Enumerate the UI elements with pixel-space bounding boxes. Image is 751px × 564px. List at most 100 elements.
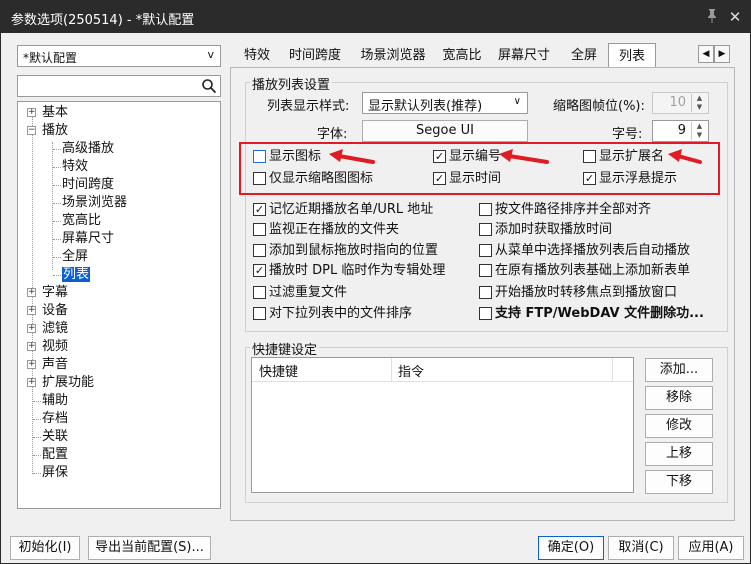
close-icon[interactable]: ✕: [726, 8, 744, 26]
annotation-arrow-icon: [499, 149, 549, 164]
expand-icon[interactable]: +: [27, 324, 36, 333]
tree-item-associations[interactable]: 关联: [42, 428, 68, 446]
tab-time-span[interactable]: 时间跨度: [284, 45, 346, 69]
checkbox-box[interactable]: [253, 223, 266, 236]
checkbox-label: 添加时获取播放时间: [495, 222, 613, 237]
checkbox-box[interactable]: [253, 286, 266, 299]
tree-item-fullscreen[interactable]: 全屏: [62, 248, 88, 266]
tree-item-screen-size[interactable]: 屏幕尺寸: [62, 230, 114, 248]
pin-icon[interactable]: [705, 8, 721, 26]
collapse-icon[interactable]: −: [27, 126, 36, 135]
search-icon[interactable]: [201, 78, 217, 94]
checkbox-label: 记忆近期播放名单/URL 地址: [269, 202, 434, 217]
remove-hotkey-button[interactable]: 移除: [645, 386, 713, 410]
tab-playlist[interactable]: 列表: [608, 43, 656, 70]
tree-guide-line: [33, 401, 41, 402]
tab-effects[interactable]: 特效: [239, 45, 275, 69]
tree-item-archive[interactable]: 存档: [42, 410, 68, 428]
checkbox-box[interactable]: [479, 223, 492, 236]
cancel-button[interactable]: 取消(C): [608, 536, 674, 560]
tree-item-label: 播放: [42, 123, 69, 138]
tab-fullscreen[interactable]: 全屏: [563, 45, 605, 69]
checkbox-label: 开始播放时转移焦点到播放窗口: [495, 285, 678, 300]
export-config-button[interactable]: 导出当前配置(S)...: [88, 536, 211, 560]
column-hotkey[interactable]: 快捷键: [259, 361, 298, 380]
expand-icon[interactable]: +: [27, 288, 36, 297]
tree-item-label: 特效: [62, 159, 89, 174]
tree-item-time-span[interactable]: 时间跨度: [62, 176, 114, 194]
stepper-arrows-icon[interactable]: ▲ ▼: [691, 122, 707, 140]
expand-icon[interactable]: +: [27, 360, 36, 369]
checkbox-label: 仅显示缩略图图标: [269, 171, 374, 186]
tree-guide-line: [33, 419, 41, 420]
column-command[interactable]: 指令: [398, 361, 424, 380]
reset-button[interactable]: 初始化(I): [10, 536, 80, 560]
checkbox-box[interactable]: [253, 244, 266, 257]
checkbox-box[interactable]: [583, 150, 596, 163]
tree-item-config[interactable]: 配置: [42, 446, 68, 464]
checkbox-box[interactable]: ✓: [433, 172, 446, 185]
checkbox-box[interactable]: ✓: [253, 264, 266, 277]
search-input[interactable]: [17, 75, 221, 97]
checkbox-box[interactable]: [253, 150, 266, 163]
tree-guide-line: [33, 437, 41, 438]
expand-icon[interactable]: +: [27, 108, 36, 117]
tree-item-screensaver[interactable]: 屏保: [42, 464, 68, 482]
tab-scroll-left-icon[interactable]: ◀: [698, 45, 714, 63]
font-label: 字体:: [317, 127, 348, 142]
tab-scroll-right-icon[interactable]: ▶: [714, 45, 730, 63]
tree-item-label: 视频: [42, 339, 69, 354]
checkbox-box[interactable]: [479, 286, 492, 299]
tab-aspect-ratio[interactable]: 宽高比: [438, 45, 486, 69]
tree-item-label: 时间跨度: [62, 177, 115, 192]
column-divider[interactable]: [612, 358, 613, 382]
checkbox-box[interactable]: [479, 203, 492, 216]
ok-button[interactable]: 确定(O): [538, 536, 604, 560]
expand-icon[interactable]: +: [27, 342, 36, 351]
tree-item-label: 滤镜: [42, 321, 69, 336]
stepper-arrows-icon[interactable]: ▲ ▼: [691, 94, 707, 112]
checkbox-box[interactable]: ✓: [433, 150, 446, 163]
profile-select[interactable]: *默认配置 v: [17, 45, 221, 67]
tree-item-label: 屏幕尺寸: [62, 231, 115, 246]
tree-item-accessibility[interactable]: 辅助: [42, 392, 68, 410]
tree-guide-line: [33, 455, 41, 456]
add-hotkey-button[interactable]: 添加...: [645, 358, 713, 382]
checkbox-box[interactable]: [479, 307, 492, 320]
tree-item-label: 配置: [42, 447, 69, 462]
checkbox-box[interactable]: ✓: [583, 172, 596, 185]
profile-select-value: *默认配置: [23, 51, 78, 65]
tree-item-label: 存档: [42, 411, 69, 426]
tab-screen-size[interactable]: 屏幕尺寸: [493, 45, 555, 69]
expand-icon[interactable]: +: [27, 306, 36, 315]
checkbox-label: 显示时间: [449, 171, 502, 186]
tree-item-label: 场景浏览器: [62, 195, 128, 210]
checkbox-box[interactable]: [479, 264, 492, 277]
list-style-select[interactable]: 显示默认列表(推荐) ∨: [362, 92, 528, 114]
edit-hotkey-button[interactable]: 修改: [645, 414, 713, 438]
checkbox-box[interactable]: ✓: [253, 203, 266, 216]
font-size-stepper[interactable]: 9 ▲ ▼: [652, 120, 709, 142]
tree-item-aspect-ratio[interactable]: 宽高比: [62, 212, 101, 230]
expand-icon[interactable]: +: [27, 378, 36, 387]
thumbnail-position-stepper[interactable]: 10 ▲ ▼: [652, 92, 709, 114]
move-down-button[interactable]: 下移: [645, 470, 713, 494]
tree-item-playlist[interactable]: 列表: [62, 266, 91, 284]
tree-guide-line: [53, 257, 61, 258]
checkbox-box[interactable]: [479, 244, 492, 257]
settings-window: 参数选项(250514) - *默认配置 ✕ *默认配置 v + 基本 − 播放…: [0, 0, 751, 564]
column-divider[interactable]: [391, 358, 392, 382]
checkbox-box[interactable]: [253, 307, 266, 320]
tree-item-scene-browser[interactable]: 场景浏览器: [62, 194, 127, 212]
hotkey-table[interactable]: 快捷键 指令: [251, 357, 634, 493]
tree-item-label: 辅助: [42, 393, 69, 408]
apply-button[interactable]: 应用(A): [678, 536, 744, 560]
move-up-button[interactable]: 上移: [645, 442, 713, 466]
font-button[interactable]: Segoe UI: [362, 120, 528, 142]
checkbox-label: 在原有播放列表基础上添加新表单: [495, 263, 691, 278]
tab-scene-browser[interactable]: 场景浏览器: [355, 45, 431, 69]
tree-item-effects[interactable]: 特效: [62, 158, 88, 176]
tree-item-advanced-playback[interactable]: 高级播放: [62, 140, 114, 158]
tree-guide-line: [53, 167, 61, 168]
checkbox-box[interactable]: [253, 172, 266, 185]
